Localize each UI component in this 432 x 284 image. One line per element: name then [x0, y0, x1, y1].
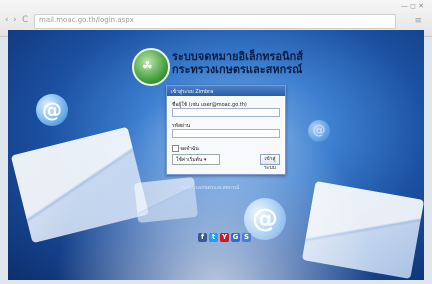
login-button[interactable]: เข้าสู่ระบบ [260, 154, 280, 171]
facebook-icon[interactable]: f [198, 233, 207, 242]
youtube-icon[interactable]: Y [220, 233, 229, 242]
address-bar[interactable]: mail.moac.go.th/login.aspx [34, 14, 396, 29]
google-icon[interactable]: G [231, 233, 240, 242]
password-input[interactable] [172, 129, 280, 138]
address-text: mail.moac.go.th/login.aspx [39, 16, 134, 24]
tab-strip: — ◻ ✕ [0, 0, 432, 10]
login-header: เข้าสู่ระบบ Zimbra [167, 86, 285, 96]
browser-window: — ◻ ✕ ‹ › C mail.moac.go.th/login.aspx ≡… [0, 0, 432, 284]
version-select[interactable]: ใช้ค่าเริ่มต้น ▾ [172, 154, 220, 165]
login-box: เข้าสู่ระบบ Zimbra ชื่อผู้ใช้ (เช่น user… [166, 85, 286, 175]
username-input[interactable] [172, 108, 280, 117]
logo-leaf-icon: ☘ [142, 59, 153, 73]
envelope-decoration-right [301, 181, 424, 279]
page-title: ระบบจดหมายอิเล็กทรอนิกส์ กระทรวงเกษตรและ… [172, 50, 303, 76]
at-sign-icon: @ [36, 94, 68, 126]
login-heading: เข้าสู่ระบบ Zimbra [171, 89, 214, 95]
title-line-1: ระบบจดหมายอิเล็กทรอนิกส์ [172, 50, 303, 63]
title-line-2: กระทรวงเกษตรและสหกรณ์ [172, 63, 303, 76]
reload-icon[interactable]: C [22, 15, 28, 25]
envelope-decoration-left [10, 126, 150, 244]
back-icon[interactable]: ‹ [5, 15, 9, 25]
social-icons: ftYGS [198, 233, 251, 242]
version-select-value: ใช้ค่าเริ่มต้น ▾ [176, 157, 207, 163]
window-controls[interactable]: — ◻ ✕ [401, 2, 424, 10]
login-page: @ @ @ ☘ ระบบจดหมายอิเล็กทรอนิกส์ กระทรวง… [8, 30, 424, 280]
twitter-icon[interactable]: t [209, 233, 218, 242]
ministry-logo: ☘ [132, 48, 170, 86]
address-row: ‹ › C mail.moac.go.th/login.aspx ≡ [0, 12, 432, 30]
forward-icon[interactable]: › [13, 15, 17, 25]
footer-text: กระทรวงเกษตรและสหกรณ์ [180, 185, 240, 191]
menu-icon[interactable]: ≡ [414, 16, 422, 26]
at-sign-icon-small: @ [308, 120, 330, 142]
remember-checkbox[interactable] [172, 145, 179, 152]
skype-icon[interactable]: S [242, 233, 251, 242]
remember-label: จดจำฉัน [180, 146, 199, 152]
